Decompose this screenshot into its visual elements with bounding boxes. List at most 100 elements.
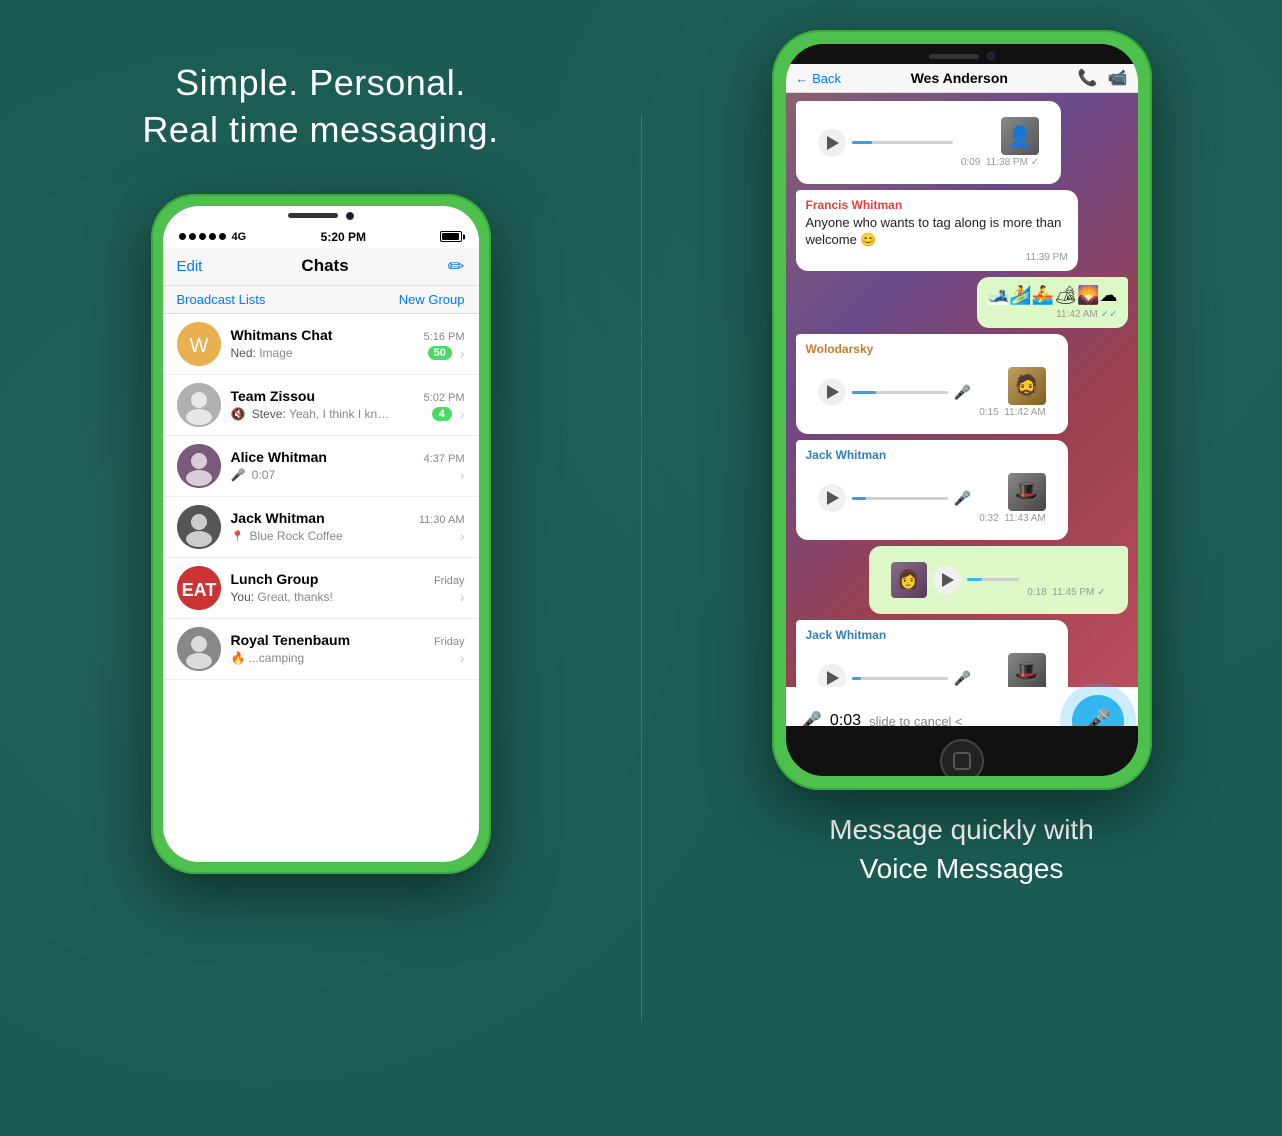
voice-content-1 — [818, 129, 953, 157]
msg-voice-sent[interactable]: 👩 — [869, 546, 1128, 614]
chat-back-button[interactable]: ← Back — [796, 71, 842, 86]
voice-bubble-jack2: 🎤 🎩 0:07 11:47 AM — [806, 645, 1058, 687]
play-triangle-jack2 — [827, 671, 839, 685]
chat-content-whitmans: Whitmans Chat 5:16 PM Ned: Image 50 › — [231, 327, 465, 361]
recording-mic-icon: 🎤 — [800, 711, 822, 727]
broadcast-lists-button[interactable]: Broadcast Lists — [177, 292, 266, 307]
signal-dot-2 — [189, 233, 196, 240]
chat-header-name: Wes Anderson — [911, 70, 1008, 86]
play-button-wolodarsky[interactable] — [818, 378, 846, 406]
chat-top-royal: Royal Tenenbaum Friday — [231, 632, 465, 648]
chat-chevron-jack: › — [460, 528, 465, 544]
chat-item-whitmans[interactable]: W Whitmans Chat 5:16 PM Ned: Image — [163, 314, 479, 375]
battery-area — [440, 231, 462, 242]
mic-icon-alice: 🎤 — [231, 468, 246, 482]
status-bar-inner: 4G 5:20 PM — [179, 230, 463, 244]
chat-item-lunch[interactable]: EAT Lunch Group Friday You: Great, thank… — [163, 558, 479, 619]
chat-bottom-whitmans: Ned: Image 50 › — [231, 345, 465, 361]
chat-item-jack[interactable]: Jack Whitman 11:30 AM 📍 Blue Rock Coffee… — [163, 497, 479, 558]
waveform-progress-jack1 — [852, 497, 866, 500]
chat-item-alice[interactable]: Alice Whitman 4:37 PM 🎤 0:07 › — [163, 436, 479, 497]
chat-item-zissou[interactable]: Team Zissou 5:02 PM 🔇 Steve: Yeah, I thi… — [163, 375, 479, 436]
waveform-track-jack1 — [852, 497, 948, 500]
chat-item-royal[interactable]: Royal Tenenbaum Friday 🔥 ...camping › — [163, 619, 479, 680]
signal-area: 4G — [179, 231, 247, 243]
chat-call-icon[interactable]: 📞 — [1078, 68, 1098, 88]
msg-meta-francis: 11:39 PM — [806, 252, 1068, 263]
chat-time-whitmans: 5:16 PM — [424, 331, 465, 343]
voice-time-jack1: 0:32 11:43 AM — [979, 513, 1046, 524]
home-button[interactable] — [940, 739, 984, 776]
signal-dot-4 — [209, 233, 216, 240]
waveform-jack1 — [852, 488, 948, 508]
right-camera — [987, 52, 995, 60]
voice-meta-jack2: 🎩 0:07 11:47 AM — [979, 653, 1046, 687]
right-bottom-tagline: Message quickly withVoice Messages — [829, 810, 1094, 888]
compose-button[interactable]: ✏ — [448, 254, 465, 279]
msg-emoji-sent[interactable]: 🎿🏄🚣🏕🌄☁ 11:42 AM ✓✓ — [977, 277, 1128, 328]
msg-voice-wolodarsky[interactable]: Wolodarsky — [796, 334, 1068, 434]
chat-top-whitmans: Whitmans Chat 5:16 PM — [231, 327, 465, 343]
chat-name-jack: Jack Whitman — [231, 510, 325, 526]
chat-bottom-alice: 🎤 0:07 › — [231, 467, 465, 483]
chat-name-lunch: Lunch Group — [231, 571, 319, 587]
voice-avatar-img-jack2: 🎩 — [1008, 653, 1046, 687]
left-phone-notch — [163, 206, 479, 222]
msg-check-emoji: ✓✓ — [1101, 309, 1118, 320]
avatar-lunch: EAT — [177, 566, 221, 610]
chat-badge-zissou: 4 — [432, 407, 452, 421]
voice-avatar-jack1: 🎩 — [1008, 473, 1046, 511]
mic-icon-wolodarsky: 🎤 — [954, 384, 971, 401]
home-square-icon — [953, 752, 971, 770]
chat-video-icon[interactable]: 📹 — [1108, 68, 1128, 88]
recording-left: 🎤 0:03 slide to cancel < — [800, 711, 963, 727]
left-phone-screen: 4G 5:20 PM Edit C — [163, 206, 479, 862]
voice-avatar-img-sent: 👩 — [891, 562, 927, 598]
play-button-jack1[interactable] — [818, 484, 846, 512]
voice-avatar-1: 👤 — [1001, 117, 1039, 155]
chat-name-royal: Royal Tenenbaum — [231, 632, 351, 648]
battery-icon — [440, 231, 462, 242]
edit-button[interactable]: Edit — [177, 258, 203, 275]
right-phone-notch — [786, 44, 1138, 64]
left-phone-inner: 4G 5:20 PM Edit C — [163, 206, 479, 862]
muted-icon: 🔇 — [231, 407, 246, 421]
chat-preview-lunch: You: Great, thanks! — [231, 590, 333, 604]
chat-badge-area-whitmans: 50 › — [428, 345, 465, 361]
waveform-sent — [967, 570, 1020, 590]
play-triangle-wolodarsky — [827, 385, 839, 399]
msg-francis[interactable]: Francis Whitman Anyone who wants to tag … — [796, 190, 1078, 271]
camera-dot — [346, 212, 354, 220]
chat-time-lunch: Friday — [434, 575, 465, 587]
waveform-progress-1 — [852, 141, 872, 144]
slide-to-cancel-text: slide to cancel < — [869, 714, 963, 727]
avatar-whitmans: W — [177, 322, 221, 366]
avatar-royal — [177, 627, 221, 671]
chat-chevron-zissou: › — [460, 406, 465, 422]
svg-text:W: W — [189, 335, 208, 357]
waveform-progress-jack2 — [852, 677, 862, 680]
msg-sender-wolodarsky: Wolodarsky — [806, 342, 1058, 356]
play-button-sent[interactable] — [933, 566, 961, 594]
chat-name-zissou: Team Zissou — [231, 388, 316, 404]
chat-content-jack: Jack Whitman 11:30 AM 📍 Blue Rock Coffee… — [231, 510, 465, 544]
msg-voice-jack1[interactable]: Jack Whitman — [796, 440, 1068, 540]
waveform-track-jack2 — [852, 677, 948, 680]
play-button-1[interactable] — [818, 129, 846, 157]
chat-preview-alice: 🎤 0:07 — [231, 468, 276, 482]
messages-container: 👤 0:09 11:38 PM ✓ Francis Whitman Anyone… — [786, 93, 1138, 687]
msg-voice-1[interactable]: 👤 0:09 11:38 PM ✓ — [796, 101, 1062, 184]
broadcast-bar: Broadcast Lists New Group — [163, 286, 479, 314]
voice-content-jack1: 🎤 — [818, 484, 972, 512]
speaker-grille — [288, 213, 338, 218]
right-phone-inner: ← Back Wes Anderson 📞 📹 — [786, 44, 1138, 776]
chat-top-zissou: Team Zissou 5:02 PM — [231, 388, 465, 404]
play-button-jack2[interactable] — [818, 664, 846, 687]
voice-meta-1: 👤 0:09 11:38 PM ✓ — [961, 117, 1039, 168]
new-group-button[interactable]: New Group — [399, 292, 465, 307]
record-button[interactable]: 🎤 — [1072, 695, 1124, 726]
chats-title: Chats — [301, 256, 348, 276]
msg-voice-jack2[interactable]: Jack Whitman — [796, 620, 1068, 687]
chat-preview-whitmans: Ned: Image — [231, 346, 293, 360]
chat-preview-royal: 🔥 ...camping — [231, 651, 305, 665]
